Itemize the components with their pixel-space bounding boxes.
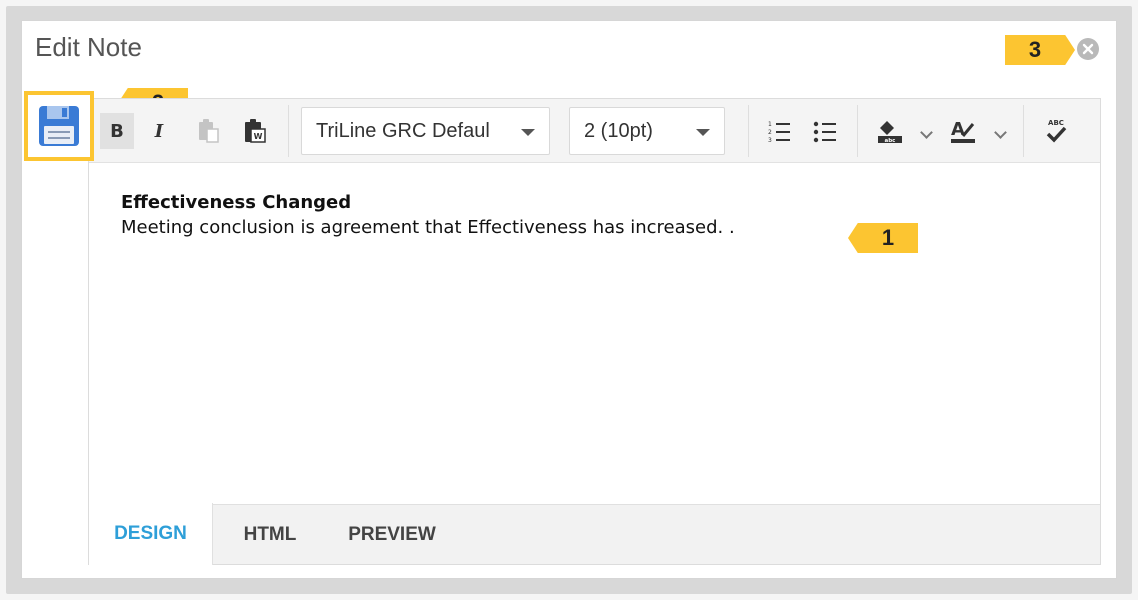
callout-3: 3 [1005,35,1075,65]
tab-preview[interactable]: PREVIEW [333,505,451,565]
save-icon [39,106,79,146]
editor-toolbar: B I W TriLine GRC Defaul 2 (10pt) 1 2 3 … [89,99,1100,163]
font-family-value: TriLine GRC Defaul [316,119,490,142]
bold-button[interactable]: B [100,113,134,149]
edit-note-dialog: Edit Note 3 2 B I [21,20,1117,579]
toolbar-separator [288,105,289,157]
tab-html[interactable]: HTML [223,505,317,565]
editor-mode-tabs: DESIGN HTML PREVIEW [89,503,1100,565]
ordered-list-button[interactable]: 1 2 3 [762,113,796,149]
chevron-down-icon [521,129,535,136]
note-body: Meeting conclusion is agreement that Eff… [121,217,735,238]
svg-text:1: 1 [768,121,772,128]
paste-button[interactable] [192,113,226,149]
callout-1: 1 [848,223,918,253]
font-size-select[interactable]: 2 (10pt) [569,107,725,155]
paste-from-word-icon: W [245,119,266,143]
toolbar-separator [748,105,749,157]
background-color-button[interactable]: abc [873,113,907,149]
svg-text:2: 2 [768,129,772,136]
svg-text:A: A [951,119,965,140]
close-icon [1082,43,1094,55]
font-family-select[interactable]: TriLine GRC Defaul [301,107,550,155]
chevron-down-icon [696,129,710,136]
paste-from-word-button[interactable]: W [238,113,272,149]
toolbar-separator [1023,105,1024,157]
save-button[interactable] [24,91,94,161]
font-size-value: 2 (10pt) [584,119,653,142]
chevron-down-icon[interactable] [920,126,933,139]
spellcheck-icon: ABC [1046,119,1067,143]
svg-text:W: W [254,132,263,141]
background-color-icon: abc [878,121,902,144]
dialog-title: Edit Note [35,32,142,62]
note-editor: B I W TriLine GRC Defaul 2 (10pt) 1 2 3 … [88,98,1101,565]
italic-button[interactable]: I [142,113,176,149]
text-color-button[interactable]: A [946,113,980,149]
spellcheck-button[interactable]: ABC [1039,113,1073,149]
close-button[interactable] [1077,38,1099,60]
chevron-down-icon[interactable] [994,126,1007,139]
toolbar-separator [857,105,858,157]
text-color-icon: A [951,119,975,143]
paste-icon [199,119,219,143]
tab-design[interactable]: DESIGN [89,503,213,565]
spellcheck-label: ABC [1048,119,1064,127]
svg-text:abc: abc [885,138,896,144]
unordered-list-icon [813,121,836,143]
unordered-list-button[interactable] [808,113,842,149]
note-heading: Effectiveness Changed [121,192,352,213]
ordered-list-icon: 1 2 3 [768,121,790,143]
editor-content[interactable]: Effectiveness Changed Meeting conclusion… [89,164,1100,505]
svg-text:3: 3 [768,137,772,143]
